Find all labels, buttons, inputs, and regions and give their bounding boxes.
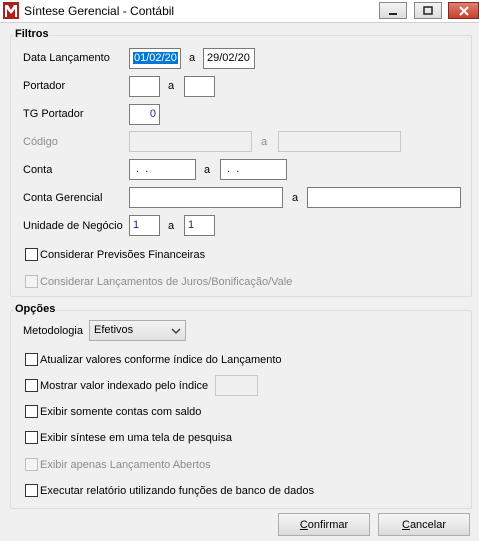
codigo-sep: a (261, 136, 268, 148)
minimize-icon (389, 12, 397, 15)
exibir-sintese-tela-checkbox[interactable]: Exibir síntese em uma tela de pesquisa (25, 431, 232, 444)
app-logo-icon (3, 2, 19, 19)
metodologia-label: Metodologia (23, 325, 83, 337)
unidade-negocio-from-input[interactable]: 1 (129, 215, 160, 236)
conta-to-input[interactable]: . . (220, 159, 287, 180)
confirmar-button[interactable]: Confirmar (278, 513, 370, 536)
portador-label: Portador (23, 80, 66, 92)
exibir-sintese-tela-label: Exibir síntese em uma tela de pesquisa (40, 431, 232, 444)
unidade-negocio-label: Unidade de Negócio (23, 220, 123, 232)
maximize-icon (423, 5, 433, 15)
unidade-negocio-sep: a (168, 220, 175, 232)
data-lancamento-label: Data Lançamento (23, 52, 110, 64)
minimize-button[interactable] (379, 2, 407, 19)
exibir-lancamento-abertos-label: Exibir apenas Lançamento Abertos (40, 458, 211, 471)
metodologia-value: Efetivos (94, 324, 134, 336)
checkbox-box[interactable] (25, 405, 38, 418)
tg-portador-input[interactable]: 0 (129, 104, 160, 125)
indice-input (215, 375, 258, 396)
chevron-down-icon (171, 328, 181, 334)
tg-portador-label: TG Portador (23, 108, 84, 120)
conta-gerencial-sep: a (292, 192, 299, 204)
checkbox-box[interactable] (25, 431, 38, 444)
exibir-lancamento-abertos-checkbox: Exibir apenas Lançamento Abertos (25, 458, 211, 471)
considerar-juros-label: Considerar Lançamentos de Juros/Bonifica… (40, 275, 293, 288)
portador-to-input[interactable] (184, 76, 215, 97)
executar-relatorio-checkbox[interactable]: Executar relatório utilizando funções de… (25, 484, 314, 497)
checkbox-box[interactable] (25, 353, 38, 366)
checkbox-box (25, 275, 38, 288)
codigo-label: Código (23, 136, 58, 148)
filtros-title: Filtros (14, 28, 50, 40)
exibir-contas-saldo-label: Exibir somente contas com saldo (40, 405, 202, 418)
metodologia-select[interactable]: Efetivos (89, 320, 186, 341)
dialog-body: Filtros Data Lançamento 01/02/20 a 29/02… (0, 22, 479, 541)
title-bar: Síntese Gerencial - Contábil (0, 0, 479, 22)
maximize-button[interactable] (414, 2, 442, 19)
checkbox-box[interactable] (25, 248, 38, 261)
data-lancamento-sep: a (189, 52, 196, 64)
window-title: Síntese Gerencial - Contábil (24, 4, 175, 18)
considerar-previsoes-label: Considerar Previsões Financeiras (40, 248, 206, 261)
conta-sep: a (204, 164, 211, 176)
considerar-previsoes-checkbox[interactable]: Considerar Previsões Financeiras (25, 248, 205, 261)
executar-relatorio-label: Executar relatório utilizando funções de… (40, 484, 314, 497)
considerar-juros-checkbox: Considerar Lançamentos de Juros/Bonifica… (25, 275, 292, 288)
portador-sep: a (168, 80, 175, 92)
mostrar-indexado-checkbox[interactable]: Mostrar valor indexado pelo índice (25, 379, 208, 392)
cancelar-button[interactable]: Cancelar (378, 513, 470, 536)
conta-from-input[interactable]: . . (129, 159, 196, 180)
data-lancamento-from-input[interactable]: 01/02/20 (129, 48, 181, 69)
conta-gerencial-from-input[interactable] (129, 187, 283, 208)
conta-gerencial-label: Conta Gerencial (23, 192, 103, 204)
exibir-contas-saldo-checkbox[interactable]: Exibir somente contas com saldo (25, 405, 201, 418)
atualizar-valores-label: Atualizar valores conforme índice do Lan… (40, 353, 282, 366)
opcoes-title: Opções (14, 303, 57, 315)
codigo-from-input (129, 131, 252, 152)
close-icon (458, 5, 469, 16)
checkbox-box[interactable] (25, 484, 38, 497)
atualizar-valores-checkbox[interactable]: Atualizar valores conforme índice do Lan… (25, 353, 282, 366)
close-button[interactable] (448, 2, 479, 19)
data-lancamento-to-input[interactable]: 29/02/20 (203, 48, 255, 69)
mostrar-indexado-label: Mostrar valor indexado pelo índice (40, 379, 209, 392)
checkbox-box[interactable] (25, 379, 38, 392)
conta-gerencial-to-input[interactable] (307, 187, 461, 208)
portador-from-input[interactable] (129, 76, 160, 97)
unidade-negocio-to-input[interactable]: 1 (184, 215, 215, 236)
checkbox-box (25, 458, 38, 471)
conta-label: Conta (23, 164, 53, 176)
codigo-to-input (278, 131, 401, 152)
